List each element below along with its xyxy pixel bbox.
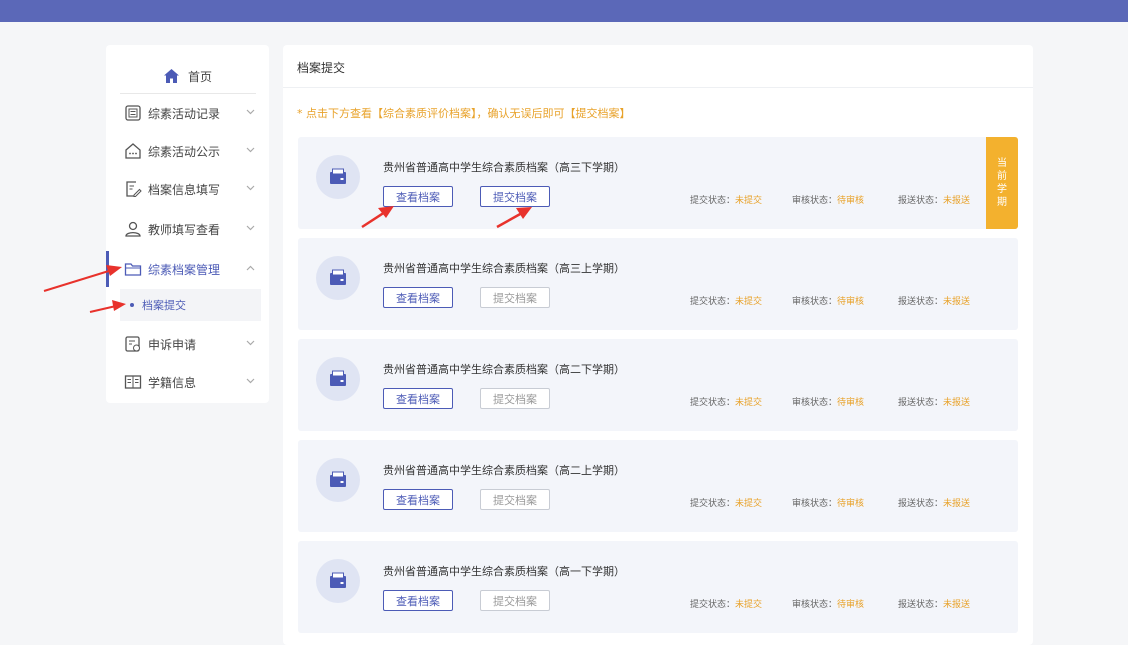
sidebar: 首页 综素活动记录 综素活动公示 档案信息填写 教师填写查看 综素档案管理 档案… bbox=[106, 45, 269, 403]
sidebar-item-label: 申诉申请 bbox=[148, 337, 197, 352]
report-status: 报送状态：未报送 bbox=[898, 297, 971, 307]
chevron-down-icon bbox=[246, 378, 255, 384]
home-icon bbox=[163, 69, 179, 83]
sidebar-item-label: 教师填写查看 bbox=[148, 222, 221, 237]
top-bar bbox=[0, 0, 1128, 22]
submit-archive-button[interactable]: 提交档案 bbox=[480, 287, 550, 308]
review-status: 审核状态：待审核 bbox=[792, 297, 865, 307]
home-label: 首页 bbox=[187, 69, 212, 84]
submit-archive-button[interactable]: 提交档案 bbox=[480, 388, 550, 409]
submit-status: 提交状态：未提交 bbox=[690, 600, 763, 610]
sidebar-item-label: 综素活动公示 bbox=[148, 144, 221, 159]
report-status: 报送状态：未报送 bbox=[898, 196, 971, 206]
sidebar-item-activity-record[interactable]: 综素活动记录 bbox=[106, 95, 269, 131]
sidebar-item-label: 综素档案管理 bbox=[148, 262, 221, 277]
archive-icon bbox=[316, 458, 360, 502]
report-status: 报送状态：未报送 bbox=[898, 600, 971, 610]
sidebar-item-archive-fill[interactable]: 档案信息填写 bbox=[106, 171, 269, 207]
sidebar-item-label: 综素活动记录 bbox=[148, 106, 221, 121]
submit-archive-button[interactable]: 提交档案 bbox=[480, 590, 550, 611]
notice-text: * 点击下方查看【综合素质评价档案】，确认无误后即可【提交档案】 bbox=[297, 107, 631, 120]
archive-title: 贵州省普通高中学生综合素质档案（高三上学期） bbox=[383, 262, 625, 275]
document-list-icon bbox=[125, 105, 141, 121]
chevron-up-icon bbox=[246, 265, 255, 271]
archive-icon bbox=[316, 559, 360, 603]
chevron-down-icon bbox=[246, 147, 255, 153]
sidebar-subitem-label: 档案提交 bbox=[142, 299, 186, 312]
submit-status: 提交状态：未提交 bbox=[690, 297, 763, 307]
archive-card: 贵州省普通高中学生综合素质档案（高三上学期） 查看档案 提交档案 提交状态：未提… bbox=[298, 238, 1018, 330]
appeal-form-icon bbox=[125, 336, 140, 352]
sidebar-item-label: 档案信息填写 bbox=[148, 182, 221, 197]
archive-title: 贵州省普通高中学生综合素质档案（高二上学期） bbox=[383, 464, 625, 477]
sidebar-item-student-info[interactable]: 学籍信息 bbox=[106, 364, 269, 400]
archive-icon bbox=[316, 256, 360, 300]
book-icon bbox=[124, 375, 142, 389]
view-archive-button[interactable]: 查看档案 bbox=[383, 388, 453, 409]
chevron-down-icon bbox=[246, 185, 255, 191]
edit-form-icon bbox=[126, 181, 142, 197]
sidebar-item-teacher-view[interactable]: 教师填写查看 bbox=[106, 211, 269, 247]
house-board-icon bbox=[125, 143, 141, 159]
archive-icon bbox=[316, 155, 360, 199]
header-divider bbox=[283, 87, 1033, 88]
submit-status: 提交状态：未提交 bbox=[690, 398, 763, 408]
sidebar-item-label: 学籍信息 bbox=[148, 375, 197, 390]
archive-card: 贵州省普通高中学生综合素质档案（高二下学期） 查看档案 提交档案 提交状态：未提… bbox=[298, 339, 1018, 431]
page-title: 档案提交 bbox=[297, 61, 346, 75]
chevron-down-icon bbox=[246, 109, 255, 115]
submit-archive-button[interactable]: 提交档案 bbox=[480, 186, 550, 207]
bullet-dot bbox=[130, 303, 134, 307]
sidebar-item-archive-manage[interactable]: 综素档案管理 bbox=[106, 251, 269, 287]
archive-title: 贵州省普通高中学生综合素质档案（高三下学期） bbox=[383, 161, 625, 174]
current-term-badge: 当前学期 bbox=[986, 137, 1018, 229]
main-panel: 档案提交 * 点击下方查看【综合素质评价档案】，确认无误后即可【提交档案】 贵州… bbox=[283, 45, 1033, 645]
chevron-down-icon bbox=[246, 225, 255, 231]
review-status: 审核状态：待审核 bbox=[792, 499, 865, 509]
user-icon bbox=[125, 221, 141, 237]
sidebar-subitem-archive-submit[interactable]: 档案提交 bbox=[120, 289, 261, 321]
archive-title: 贵州省普通高中学生综合素质档案（高一下学期） bbox=[383, 565, 625, 578]
sidebar-item-activity-public[interactable]: 综素活动公示 bbox=[106, 133, 269, 169]
report-status: 报送状态：未报送 bbox=[898, 398, 971, 408]
archive-title: 贵州省普通高中学生综合素质档案（高二下学期） bbox=[383, 363, 625, 376]
submit-status: 提交状态：未提交 bbox=[690, 196, 763, 206]
view-archive-button[interactable]: 查看档案 bbox=[383, 590, 453, 611]
view-archive-button[interactable]: 查看档案 bbox=[383, 287, 453, 308]
view-archive-button[interactable]: 查看档案 bbox=[383, 489, 453, 510]
home-link[interactable]: 首页 bbox=[120, 59, 256, 94]
chevron-down-icon bbox=[246, 340, 255, 346]
submit-status: 提交状态：未提交 bbox=[690, 499, 763, 509]
review-status: 审核状态：待审核 bbox=[792, 398, 865, 408]
view-archive-button[interactable]: 查看档案 bbox=[383, 186, 453, 207]
report-status: 报送状态：未报送 bbox=[898, 499, 971, 509]
archive-card: 贵州省普通高中学生综合素质档案（高二上学期） 查看档案 提交档案 提交状态：未提… bbox=[298, 440, 1018, 532]
arrow-to-archive-manage bbox=[43, 269, 113, 292]
sidebar-item-appeal[interactable]: 申诉申请 bbox=[106, 326, 269, 362]
archive-icon bbox=[316, 357, 360, 401]
submit-archive-button[interactable]: 提交档案 bbox=[480, 489, 550, 510]
archive-card: 贵州省普通高中学生综合素质档案（高三下学期） 查看档案 提交档案 提交状态：未提… bbox=[298, 137, 1018, 229]
review-status: 审核状态：待审核 bbox=[792, 600, 865, 610]
folder-icon bbox=[124, 263, 142, 276]
review-status: 审核状态：待审核 bbox=[792, 196, 865, 206]
archive-card: 贵州省普通高中学生综合素质档案（高一下学期） 查看档案 提交档案 提交状态：未提… bbox=[298, 541, 1018, 633]
